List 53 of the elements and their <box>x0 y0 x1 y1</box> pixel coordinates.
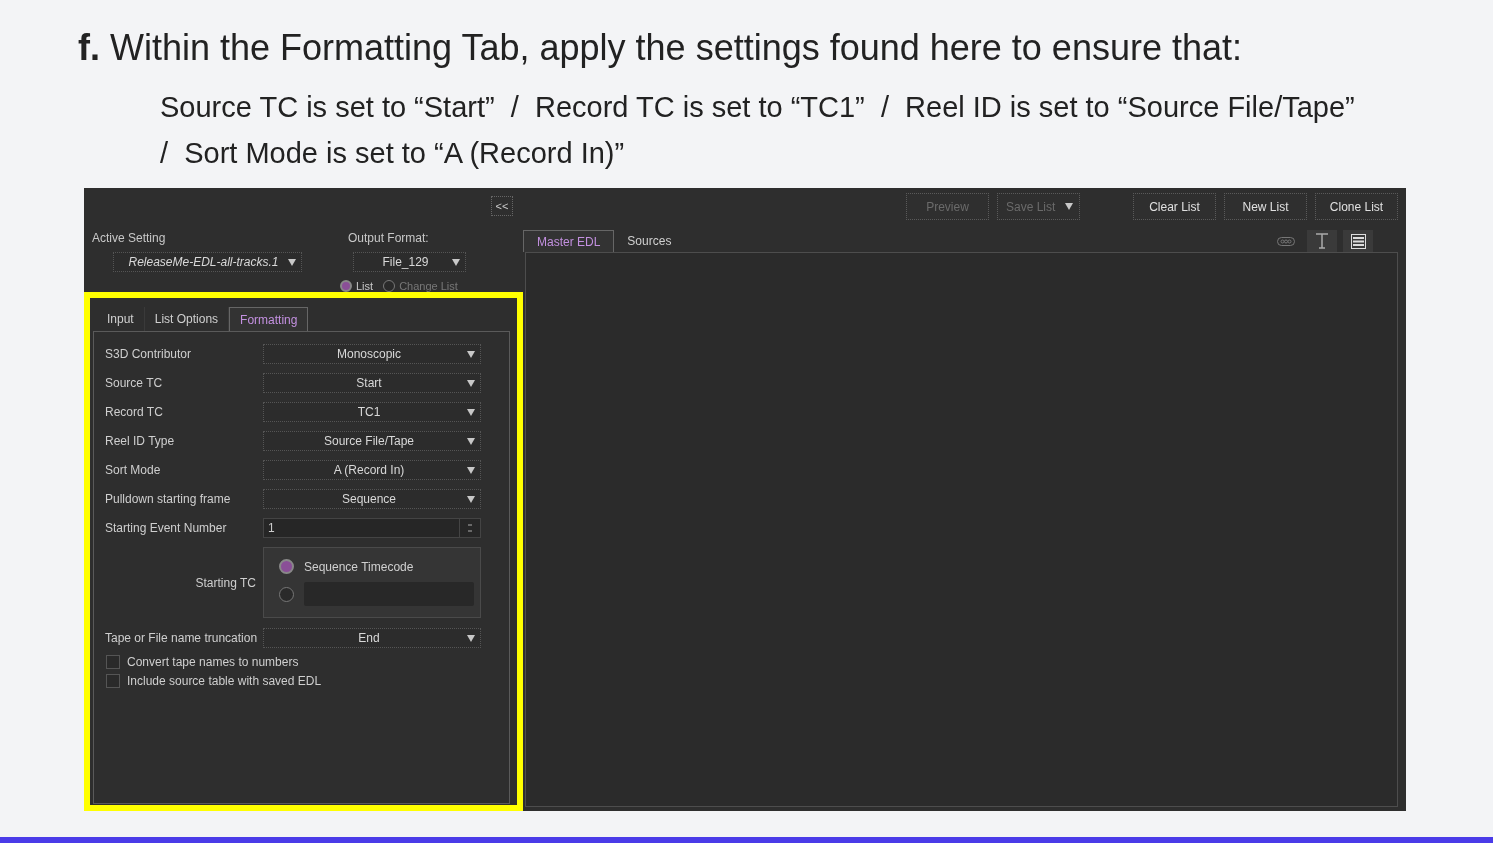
list-icon[interactable] <box>1350 233 1366 249</box>
dropdown[interactable]: End <box>263 628 481 648</box>
field-label: Sort Mode <box>105 463 162 477</box>
radio-button[interactable] <box>279 559 294 574</box>
field-label: S3D Contributor <box>105 347 193 361</box>
caret-icon <box>288 259 296 266</box>
dropdown[interactable]: A (Record In) <box>263 460 481 480</box>
caret-icon <box>467 409 475 416</box>
field-label: Record TC <box>105 405 164 419</box>
field-label: Active Setting <box>92 231 166 245</box>
radio-button[interactable] <box>279 586 294 602</box>
instruction-text: Source TC is set to “Start” / Record TC is set to “TC1” / Reel ID is set to “Source File/Tape” <box>160 90 1356 125</box>
link-icon[interactable] <box>1277 236 1295 246</box>
tab[interactable]: Formatting <box>229 307 309 331</box>
field-label: Starting Event Number <box>105 521 228 535</box>
field-label: Starting TC <box>194 575 257 590</box>
instruction-text: / Sort Mode is set to “A (Record In)” <box>160 136 626 171</box>
checkbox[interactable] <box>106 655 120 669</box>
number-field[interactable]: 1 <box>263 518 481 538</box>
field-label: Reel ID Type <box>105 434 176 448</box>
toolbar-button[interactable]: Clear List <box>1133 193 1216 220</box>
tab[interactable]: Input <box>97 307 145 331</box>
dropdown[interactable]: File_129 <box>353 252 466 272</box>
caret-icon <box>467 496 475 503</box>
field-label: Output Format: <box>348 231 429 245</box>
dropdown[interactable]: Source File/Tape <box>263 431 481 451</box>
dropdown[interactable]: Monoscopic <box>263 344 481 364</box>
toolbar-button[interactable]: Clone List <box>1315 193 1398 220</box>
text-icon[interactable] <box>1315 233 1329 249</box>
checkbox-label: Include source table with saved EDL <box>127 674 322 688</box>
caret-icon <box>452 259 460 266</box>
dropdown[interactable]: TC1 <box>263 402 481 422</box>
slide-heading: f. Within the Formatting Tab, apply the settings found here to ensure that: <box>78 26 1243 70</box>
dropdown[interactable]: Sequence <box>263 489 481 509</box>
toolbar-button[interactable]: New List <box>1224 193 1307 220</box>
caret-icon <box>467 380 475 387</box>
caret-icon <box>467 467 475 474</box>
caret-icon <box>1065 203 1073 210</box>
caret-icon <box>467 351 475 358</box>
caret-icon <box>467 635 475 642</box>
field-label: Tape or File name truncation <box>105 631 259 645</box>
collapse-button[interactable]: << <box>491 196 513 216</box>
radio-label: Sequence Timecode <box>304 559 414 574</box>
tab[interactable]: Sources <box>614 230 685 252</box>
field-label: Source TC <box>105 376 164 390</box>
field-label: Pulldown starting frame <box>105 492 232 506</box>
dropdown[interactable]: Start <box>263 373 481 393</box>
dropdown[interactable]: ReleaseMe-EDL-all-tracks.1 <box>113 252 302 272</box>
checkbox[interactable] <box>106 674 120 688</box>
caret-icon <box>467 438 475 445</box>
tab[interactable]: Master EDL <box>523 230 615 252</box>
radio-option[interactable]: List <box>340 280 374 292</box>
checkbox-label: Convert tape names to numbers <box>127 655 299 669</box>
